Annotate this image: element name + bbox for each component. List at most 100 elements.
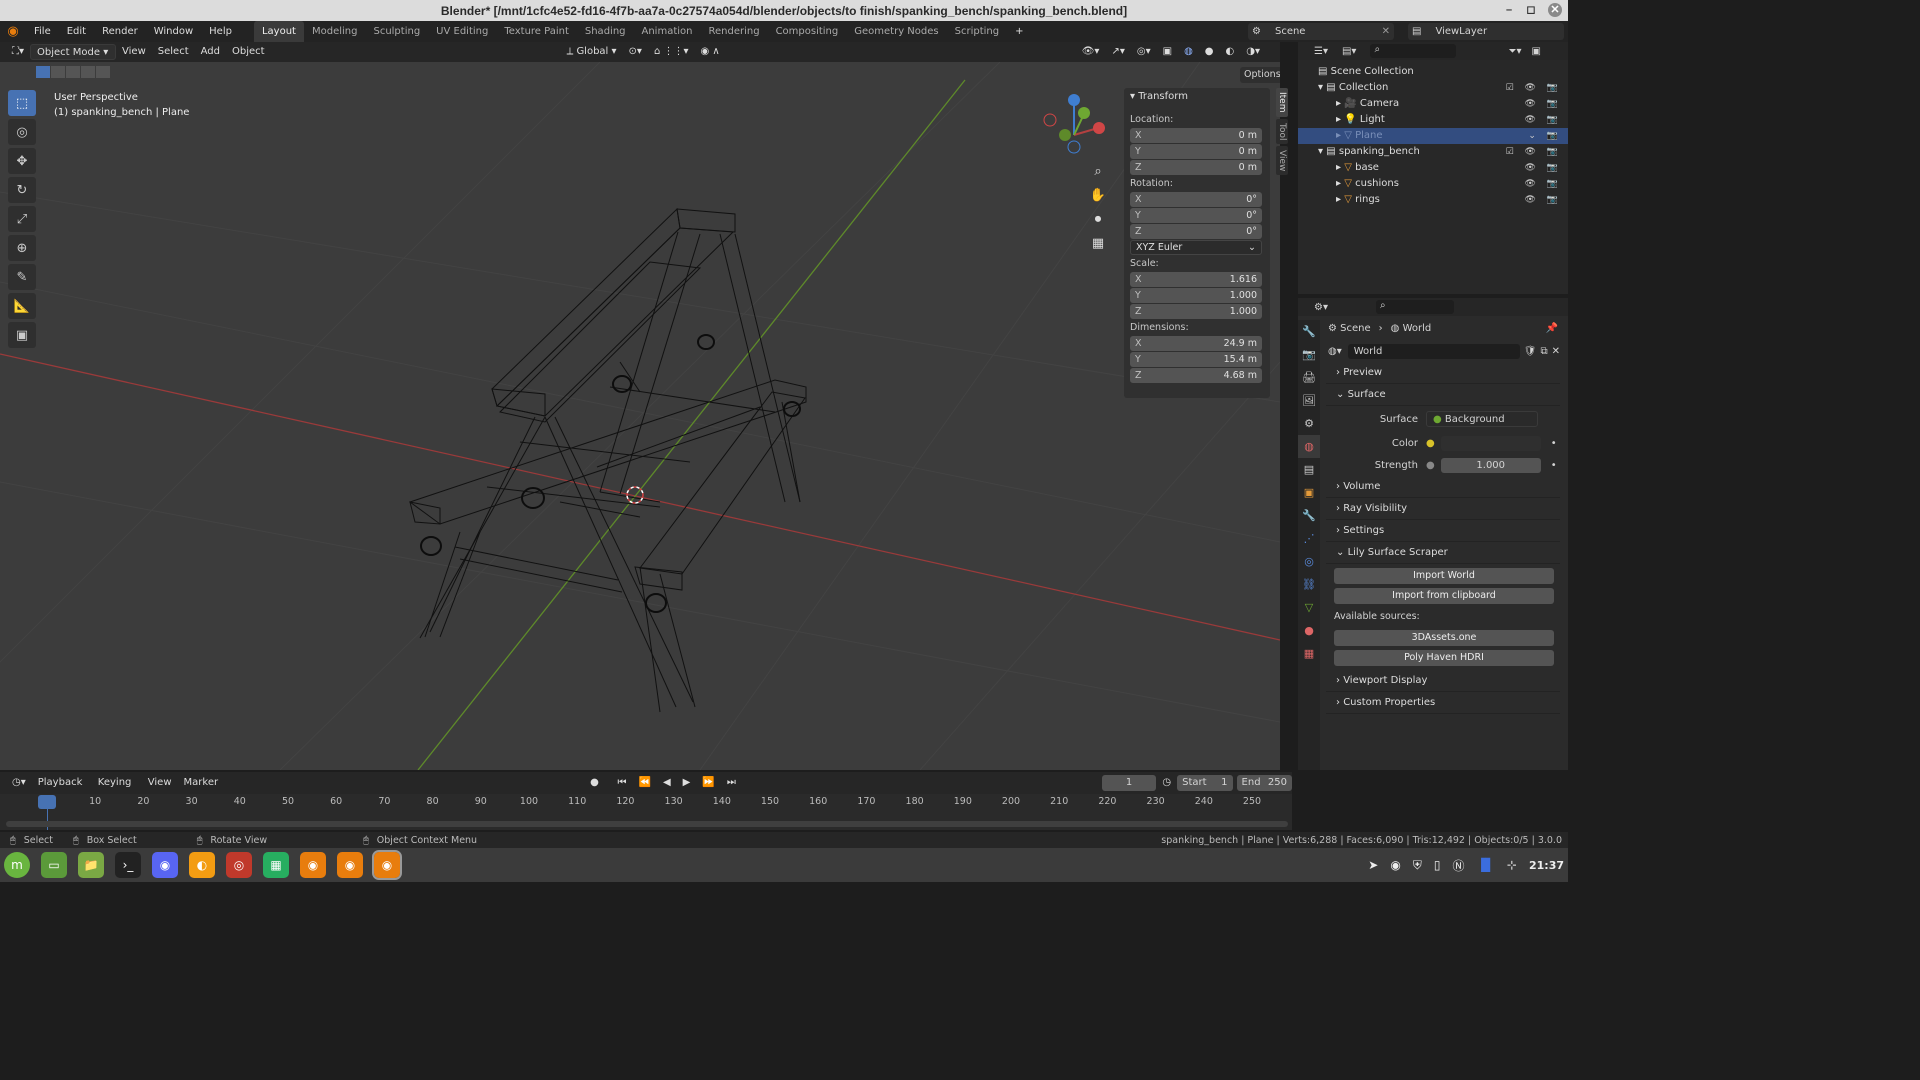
shading-solid-icon[interactable]: ●	[1199, 44, 1220, 60]
prev-keyframe-icon[interactable]: ⏪	[633, 775, 657, 791]
menu-edit[interactable]: Edit	[59, 21, 94, 42]
tab-rendering[interactable]: Rendering	[700, 21, 767, 42]
select-new-icon[interactable]	[36, 66, 50, 78]
start-frame-field[interactable]: Start 1	[1177, 775, 1233, 791]
menu-view[interactable]: View	[116, 44, 152, 60]
shading-wireframe-icon[interactable]: ◍	[1178, 44, 1199, 60]
duplicate-icon[interactable]: ⧉	[1540, 346, 1547, 357]
menu-file[interactable]: File	[26, 21, 59, 42]
world-name-field[interactable]: World	[1347, 343, 1520, 359]
shield-icon[interactable]: ⛨	[1413, 858, 1422, 873]
3d-viewport[interactable]: User Perspective (1) spanking_bench | Pl…	[0, 62, 1280, 770]
pan-hand-icon[interactable]: ✋	[1088, 184, 1108, 208]
neg-y-axis-handle[interactable]	[1059, 129, 1071, 141]
clipboard-icon[interactable]: ▯	[1434, 858, 1441, 872]
menu-add[interactable]: Add	[195, 44, 226, 60]
rotation-x-field[interactable]: X 0°	[1130, 192, 1262, 207]
world-tab-icon[interactable]: ◍	[1298, 435, 1320, 458]
scale-tool-icon[interactable]: ⤢	[8, 206, 36, 232]
overlay-icon[interactable]: ◎▾	[1131, 44, 1157, 60]
tab-shading[interactable]: Shading	[577, 21, 634, 42]
record-icon[interactable]: ● ▾	[584, 775, 611, 804]
camera-view-icon[interactable]: ⏺	[1088, 208, 1108, 232]
select-subtract-icon[interactable]	[66, 66, 80, 78]
rotation-z-field[interactable]: Z 0°	[1130, 224, 1262, 239]
editor-type-icon[interactable]: ⚙▾	[1314, 302, 1328, 313]
timeline-scrollbar[interactable]	[6, 821, 1288, 827]
options-dropdown[interactable]: Options ▾	[1240, 67, 1280, 83]
annotate-tool-icon[interactable]: ✎	[8, 264, 36, 290]
select-extend-icon[interactable]	[51, 66, 65, 78]
orientation-dropdown[interactable]: ⟂ Global ▾	[561, 44, 623, 60]
close-icon[interactable]: ✕	[1382, 26, 1390, 37]
outliner-row-collection[interactable]: ▾ ▤ Collection ☑ 👁 📷	[1298, 80, 1568, 96]
blender-app-icon[interactable]: ◉	[300, 852, 326, 878]
xray-icon[interactable]: ▣	[1157, 44, 1178, 60]
rotate-tool-icon[interactable]: ↻	[8, 177, 36, 203]
timeline-view-menu[interactable]: View	[142, 775, 178, 791]
expand-icon[interactable]: ▸	[1336, 194, 1341, 205]
outliner-row-plane[interactable]: ▸ ▽ Plane ⌄ 📷	[1298, 128, 1568, 144]
render-tab-icon[interactable]: 📷	[1298, 343, 1320, 366]
network-icon[interactable]: ⊹	[1507, 858, 1517, 872]
y-axis-handle[interactable]	[1078, 107, 1090, 119]
nextcloud-icon[interactable]: Ⓝ	[1452, 857, 1464, 874]
source-3dassets-button[interactable]: 3DAssets.one	[1334, 630, 1554, 646]
jump-end-icon[interactable]: ⏭	[721, 775, 742, 791]
next-keyframe-icon[interactable]: ⏩	[696, 775, 720, 791]
visibility-icons[interactable]: 👁 📷	[1525, 96, 1563, 112]
texture-tab-icon[interactable]: ▦	[1298, 642, 1320, 665]
blender-logo-icon[interactable]: ◉	[0, 24, 26, 39]
discord-icon[interactable]: ◉	[152, 852, 178, 878]
keyframe-dot-icon[interactable]: •	[1551, 460, 1557, 471]
proportional-edit-icon[interactable]: ◉ ∧	[695, 44, 726, 60]
clock-icon[interactable]: ◷	[1156, 775, 1177, 791]
scale-x-field[interactable]: X 1.616	[1130, 272, 1262, 287]
unlink-icon[interactable]: ✕	[1552, 346, 1560, 357]
mode-dropdown[interactable]: Object Mode ▾	[30, 44, 117, 60]
collection-tab-icon[interactable]: ▤	[1298, 458, 1320, 481]
playhead[interactable]	[38, 795, 56, 809]
menu-render[interactable]: Render	[94, 21, 146, 42]
keyframe-dot-icon[interactable]: •	[1551, 438, 1557, 449]
outliner-row-cushions[interactable]: ▸ ▽ cushions 👁 📷	[1298, 176, 1568, 192]
constraints-tab-icon[interactable]: ⛓	[1298, 573, 1320, 596]
visibility-icons[interactable]: 👁 📷	[1525, 176, 1563, 192]
play-reverse-icon[interactable]: ◀	[657, 775, 677, 791]
ortho-grid-icon[interactable]: ▦	[1088, 232, 1108, 256]
file-manager-icon[interactable]: 📁	[78, 852, 104, 878]
frame-ruler[interactable]: 1102030405060708090100110120130140150160…	[0, 794, 1292, 810]
section-preview[interactable]: › Preview	[1326, 362, 1560, 384]
visibility-icons[interactable]: 👁 📷	[1525, 112, 1563, 128]
location-y-field[interactable]: Y0 m	[1130, 144, 1262, 159]
neg-z-axis-handle[interactable]	[1067, 140, 1081, 154]
expand-icon[interactable]: ▸	[1336, 162, 1341, 173]
editor-type-icon[interactable]: ☰▾	[1314, 46, 1328, 57]
editor-type-icon[interactable]: ◷▾	[6, 775, 32, 791]
playback-menu[interactable]: Playback ▾	[32, 775, 92, 804]
outliner-row-rings[interactable]: ▸ ▽ rings 👁 📷	[1298, 192, 1568, 208]
firefox-icon[interactable]: ◐	[189, 852, 215, 878]
import-world-button[interactable]: Import World	[1334, 568, 1554, 584]
select-invert-icon[interactable]	[81, 66, 95, 78]
menu-window[interactable]: Window	[146, 21, 201, 42]
view-layer-tab-icon[interactable]: 🖼	[1298, 389, 1320, 412]
measure-tool-icon[interactable]: 📐	[8, 293, 36, 319]
visibility-icons[interactable]: 👁 📷	[1525, 192, 1563, 208]
expand-icon[interactable]: ▾	[1318, 146, 1323, 157]
tab-scripting[interactable]: Scripting	[947, 21, 1007, 42]
marker-menu[interactable]: Marker	[178, 775, 225, 791]
source-polyhaven-button[interactable]: Poly Haven HDRI	[1334, 650, 1554, 666]
close-icon[interactable]: ✕	[1548, 3, 1562, 17]
pivot-icon[interactable]: ⊙▾	[623, 44, 648, 60]
dimensions-y-field[interactable]: Y 15.4 m	[1130, 352, 1262, 367]
shading-material-icon[interactable]: ◐	[1220, 44, 1241, 60]
expand-icon[interactable]: ▸	[1336, 98, 1341, 109]
location-x-field[interactable]: X0 m	[1130, 128, 1262, 143]
section-custom-properties[interactable]: › Custom Properties	[1326, 692, 1560, 714]
physics-tab-icon[interactable]: ◎	[1298, 550, 1320, 573]
section-surface[interactable]: ⌄ Surface	[1326, 384, 1560, 406]
tool-tab-icon[interactable]: 🔧	[1298, 320, 1320, 343]
current-frame-field[interactable]: 1	[1101, 775, 1157, 791]
desktop-icon[interactable]: ▭	[41, 852, 67, 878]
